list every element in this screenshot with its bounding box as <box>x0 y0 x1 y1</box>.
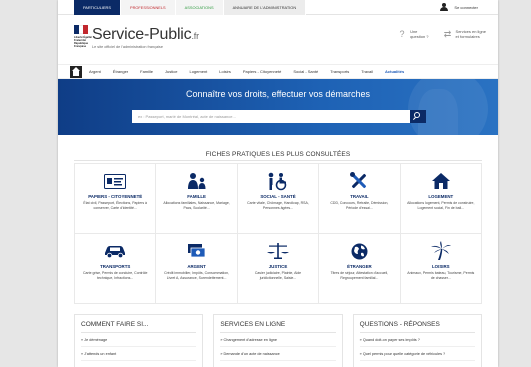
tab-associations[interactable]: Associations <box>175 0 224 15</box>
section-title: SERVICES EN LIGNE <box>220 321 336 333</box>
fiche-loisirs[interactable]: Loisirs Animaux, Permis bateau, Tourisme… <box>400 234 482 304</box>
fiche-desc: Allocations familiales, Naissance, Maria… <box>163 201 230 210</box>
fiche-desc: Allocations logement, Permis de construi… <box>407 201 475 210</box>
nav-travail[interactable]: Travail <box>361 69 373 74</box>
faq-section: QUESTIONS - RÉPONSES » Quand doit-on pay… <box>352 314 482 367</box>
bottom-sections: COMMENT FAIRE SI... » Je déménage » J'at… <box>74 314 482 367</box>
section-link[interactable]: » Changement d'adresse en ligne <box>220 333 336 347</box>
arrows-icon: ⇄ <box>443 29 452 39</box>
section-title: QUESTIONS - RÉPONSES <box>359 321 475 333</box>
login-label: Se connecter <box>454 4 478 10</box>
section-link[interactable]: » Demande d'un acte de naissance <box>220 347 336 361</box>
fiche-title: Logement <box>428 194 454 199</box>
online-services-section: SERVICES EN LIGNE » Changement d'adresse… <box>213 314 343 367</box>
tools-icon <box>319 171 399 191</box>
republique-francaise-logo[interactable]: Liberté Égalité Fraternité République Fr… <box>74 25 92 48</box>
fiche-title: Étranger <box>347 264 372 269</box>
tricolor-flag-icon <box>74 25 89 34</box>
fiche-travail[interactable]: Travail CDD, Concours, Retraite, Démissi… <box>319 164 401 234</box>
fiche-desc: Animaux, Permis bateau, Tourisme, Permis… <box>407 271 475 280</box>
home-icon[interactable] <box>70 65 82 78</box>
question-link[interactable]: ? Une question ? <box>397 29 429 39</box>
house-icon <box>401 171 481 191</box>
site-header: Liberté Égalité Fraternité République Fr… <box>58 15 498 65</box>
fiche-desc: Carte grise, Permis de conduire, Contrôl… <box>83 271 148 280</box>
fiche-title: Papiers - Citoyenneté <box>88 194 143 199</box>
site-brand[interactable]: Service-Public.fr Le site officiel de l'… <box>92 26 199 49</box>
nav-etranger[interactable]: Étranger <box>113 69 128 74</box>
nav-social-sante[interactable]: Social - Santé <box>293 69 318 74</box>
fiche-logement[interactable]: Logement Allocations logement, Permis de… <box>400 164 482 234</box>
search-bar <box>132 110 426 123</box>
nav-papiers[interactable]: Papiers - Citoyenneté <box>243 69 281 74</box>
hero-banner: Connaître vos droits, effectuer vos déma… <box>58 79 498 135</box>
id-card-icon <box>75 171 155 191</box>
fiche-desc: Crédit immobilier, Impôts, Consommation,… <box>164 271 230 280</box>
top-bar: Particuliers Professionnels Associations… <box>58 0 498 15</box>
tab-annuaire[interactable]: Annuaire de l'administration <box>223 0 307 15</box>
tab-professionnels[interactable]: Professionnels <box>120 0 176 15</box>
fiche-title: Famille <box>187 194 206 199</box>
wheelchair-icon <box>238 171 318 191</box>
quick-links: ? Une question ? ⇄ Services en ligne et fo… <box>397 29 486 39</box>
section-link[interactable]: » Quel permis pour quelle catégorie de v… <box>359 347 475 361</box>
fiches-divider <box>74 160 482 161</box>
site-name: Service-Public.fr <box>92 26 199 43</box>
hero-title: Connaître vos droits, effectuer vos déma… <box>186 89 370 99</box>
section-link[interactable]: » Quand doit-on payer ses impôts ? <box>359 333 475 347</box>
fiche-famille[interactable]: Famille Allocations familiales, Naissanc… <box>156 164 238 234</box>
fiche-title: Justice <box>268 264 288 269</box>
how-to-section: COMMENT FAIRE SI... » Je déménage » J'at… <box>74 314 204 367</box>
fiche-etranger[interactable]: Étranger Titres de séjour, Attestation d… <box>319 234 401 304</box>
money-icon <box>156 241 236 261</box>
search-input[interactable] <box>132 110 410 123</box>
main-nav: Argent Étranger Famille Justice Logement… <box>58 65 498 79</box>
car-icon <box>75 241 155 261</box>
page: Particuliers Professionnels Associations… <box>58 0 498 367</box>
fiche-desc: Titres de séjour, Attestation d'accueil,… <box>330 271 389 280</box>
fiche-desc: Casier judiciaire, Plainte, Aide juridic… <box>254 271 302 280</box>
fiche-justice[interactable]: Justice Casier judiciaire, Plainte, Aide… <box>237 234 320 304</box>
nav-transports[interactable]: Transports <box>330 69 349 74</box>
family-icon <box>156 171 236 191</box>
nav-famille[interactable]: Famille <box>140 69 153 74</box>
nav-logement[interactable]: Logement <box>189 69 207 74</box>
online-services-link[interactable]: ⇄ Services en ligne et formulaires <box>443 29 486 39</box>
nav-actualites[interactable]: Actualités <box>385 69 404 74</box>
search-button[interactable] <box>410 110 426 123</box>
nav-loisirs[interactable]: Loisirs <box>219 69 231 74</box>
section-title: COMMENT FAIRE SI... <box>81 321 197 333</box>
fiche-papiers[interactable]: Papiers - Citoyenneté État civil, Passep… <box>75 164 157 234</box>
audience-tabs: Particuliers Professionnels Associations… <box>74 0 307 15</box>
fiches-title: FICHES PRATIQUES LES PLUS CONSULTÉES <box>205 151 351 158</box>
fiche-title: Argent <box>187 264 206 269</box>
fiche-argent[interactable]: Argent Crédit immobilier, Impôts, Consom… <box>156 234 238 304</box>
fiche-title: Travail <box>350 194 369 199</box>
tab-particuliers[interactable]: Particuliers <box>74 0 121 15</box>
site-name-suffix: .fr <box>191 31 199 41</box>
fiche-desc: CDD, Concours, Retraite, Démission, Péri… <box>330 201 389 210</box>
fiche-title: Transports <box>100 264 131 269</box>
section-link[interactable]: » Je déménage <box>81 333 197 347</box>
fiche-transports[interactable]: Transports Carte grise, Permis de condui… <box>75 234 157 304</box>
login-link[interactable]: Se connecter <box>440 3 478 11</box>
section-link[interactable]: » J'attends un enfant <box>81 347 197 361</box>
fiches-grid: Papiers - Citoyenneté État civil, Passep… <box>74 163 482 304</box>
fiche-desc: État civil, Passeport, Élections, Papier… <box>83 201 147 210</box>
fiche-desc: Carte vitale, Chômage, Handicap, RSA, Pe… <box>247 201 309 210</box>
fiche-social-sante[interactable]: Social - Santé Carte vitale, Chômage, Ha… <box>237 164 320 234</box>
scales-icon <box>238 241 318 261</box>
globe-icon <box>319 241 399 261</box>
question-icon: ? <box>399 29 405 39</box>
fiche-title: Loisirs <box>432 264 450 269</box>
fiche-title: Social - Santé <box>260 194 296 199</box>
palm-tree-icon <box>401 241 481 261</box>
user-icon <box>440 3 449 11</box>
nav-argent[interactable]: Argent <box>89 69 101 74</box>
site-subtitle: Le site officiel de l'administration fra… <box>92 45 163 49</box>
nav-justice[interactable]: Justice <box>165 69 177 74</box>
